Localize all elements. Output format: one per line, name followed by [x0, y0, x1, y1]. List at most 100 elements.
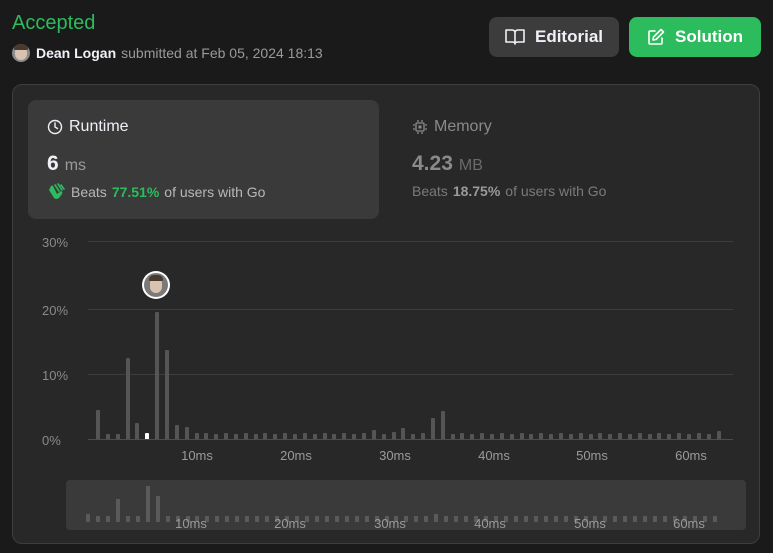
- brush-bar: [533, 516, 538, 522]
- bar[interactable]: [204, 433, 209, 439]
- bar[interactable]: [332, 433, 337, 439]
- bar[interactable]: [411, 433, 416, 439]
- bar[interactable]: [164, 349, 169, 439]
- memory-card[interactable]: Memory 4.23 MB Beats 18.75% of users wit…: [393, 100, 744, 219]
- y-tick-label: 20%: [42, 303, 69, 318]
- bar[interactable]: [480, 433, 485, 439]
- bar[interactable]: [519, 433, 524, 439]
- brush-bar: [553, 516, 558, 522]
- brush-bar: [125, 516, 130, 522]
- bar[interactable]: [174, 425, 179, 439]
- bar[interactable]: [529, 433, 534, 439]
- bar[interactable]: [687, 433, 691, 439]
- memory-beats-label: Beats: [412, 183, 448, 199]
- brush-bar: [225, 516, 230, 522]
- runtime-value: 6: [47, 152, 59, 175]
- bar[interactable]: [253, 433, 258, 439]
- runtime-card[interactable]: Runtime 6 ms Beats 77.51% of users with …: [28, 100, 379, 219]
- bar[interactable]: [430, 417, 435, 439]
- bar[interactable]: [667, 433, 672, 439]
- bar[interactable]: [490, 433, 494, 439]
- bar[interactable]: [440, 410, 445, 439]
- bar[interactable]: [421, 433, 426, 439]
- brush-tick-label: 10ms: [175, 516, 207, 531]
- memory-beats-percent: 18.75%: [452, 183, 501, 199]
- bar[interactable]: [696, 433, 701, 439]
- brush-bar: [145, 485, 150, 522]
- bar[interactable]: [568, 433, 573, 439]
- bar[interactable]: [598, 433, 603, 439]
- brush-bar: [95, 516, 100, 522]
- bar[interactable]: [450, 433, 455, 439]
- bar[interactable]: [637, 433, 642, 439]
- bar[interactable]: [608, 433, 613, 439]
- username-link[interactable]: Dean Logan: [36, 45, 116, 61]
- bar[interactable]: [302, 433, 307, 439]
- bar[interactable]: [105, 433, 110, 439]
- brush-bar: [115, 498, 120, 522]
- bar[interactable]: [293, 433, 297, 439]
- x-tick-label: 30ms: [379, 448, 411, 463]
- runtime-beats-suffix: of users with Go: [164, 184, 266, 200]
- x-tick-label: 60ms: [675, 448, 707, 463]
- bar[interactable]: [342, 433, 347, 439]
- bar[interactable]: [283, 433, 288, 439]
- bar[interactable]: [371, 429, 376, 439]
- bar[interactable]: [627, 433, 632, 439]
- bar[interactable]: [361, 433, 366, 439]
- bar[interactable]: [214, 433, 219, 439]
- brush-bar: [155, 496, 160, 522]
- bar[interactable]: [706, 433, 711, 439]
- brush-tick-label: 30ms: [374, 516, 406, 531]
- bar[interactable]: [263, 433, 268, 439]
- brush-bar: [434, 513, 439, 522]
- brush-bar: [623, 516, 628, 522]
- bar[interactable]: [499, 433, 504, 439]
- bar-user-runtime[interactable]: [145, 433, 150, 439]
- user-avatar-marker[interactable]: [142, 271, 170, 299]
- bar[interactable]: [155, 312, 160, 439]
- bar[interactable]: [322, 433, 327, 439]
- editorial-button[interactable]: Editorial: [489, 17, 619, 57]
- bar[interactable]: [115, 433, 120, 439]
- bar[interactable]: [716, 431, 721, 439]
- bar[interactable]: [401, 427, 406, 439]
- bar[interactable]: [135, 423, 140, 439]
- bar[interactable]: [460, 433, 465, 439]
- submission-status: Accepted: [12, 12, 96, 34]
- bar[interactable]: [677, 433, 682, 439]
- bar[interactable]: [96, 409, 100, 439]
- bar[interactable]: [618, 433, 623, 439]
- runtime-beats-percent: 77.51%: [111, 184, 160, 200]
- bar[interactable]: [233, 433, 238, 439]
- brush-bar: [86, 513, 90, 522]
- bar[interactable]: [588, 433, 593, 439]
- bar[interactable]: [657, 433, 662, 439]
- bar[interactable]: [243, 433, 248, 439]
- submission-info: Dean Logan submitted at Feb 05, 2024 18:…: [12, 44, 323, 62]
- bar[interactable]: [184, 427, 189, 439]
- edit-icon: [648, 28, 665, 45]
- bar[interactable]: [549, 433, 554, 439]
- bar[interactable]: [194, 433, 199, 439]
- y-tick-label: 10%: [42, 368, 69, 383]
- bar[interactable]: [273, 433, 278, 439]
- bar[interactable]: [470, 433, 475, 439]
- bar[interactable]: [578, 433, 583, 439]
- brush-bar: [643, 516, 648, 522]
- bar[interactable]: [558, 433, 563, 439]
- bar[interactable]: [125, 357, 130, 439]
- x-axis-baseline: [88, 439, 733, 440]
- x-tick-label: 20ms: [280, 448, 312, 463]
- bar[interactable]: [381, 433, 386, 439]
- bar[interactable]: [539, 433, 544, 439]
- user-avatar[interactable]: [12, 44, 30, 62]
- bar[interactable]: [352, 433, 357, 439]
- bar[interactable]: [391, 432, 396, 439]
- bar[interactable]: [647, 433, 652, 439]
- solution-button[interactable]: Solution: [629, 17, 761, 57]
- bar[interactable]: [509, 433, 514, 439]
- brush-bar: [563, 516, 568, 522]
- bar[interactable]: [224, 433, 229, 439]
- bar[interactable]: [312, 433, 317, 439]
